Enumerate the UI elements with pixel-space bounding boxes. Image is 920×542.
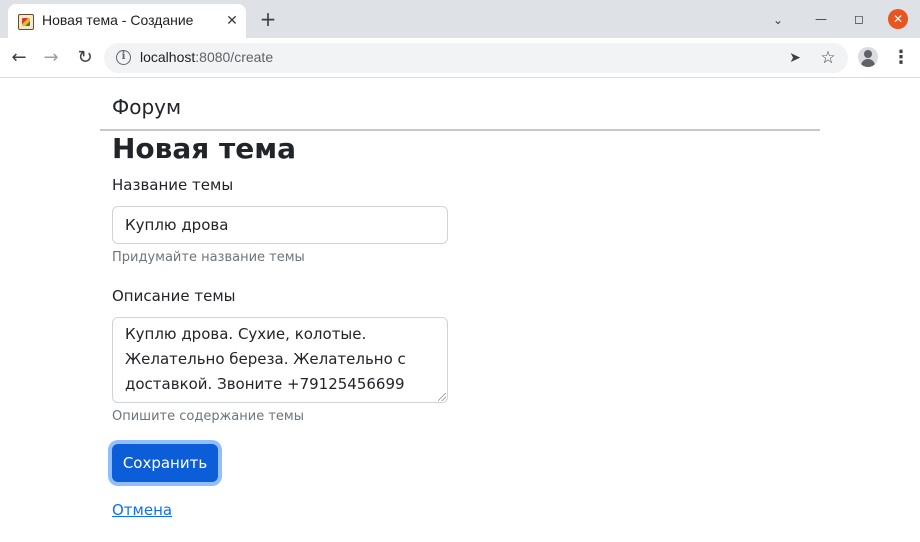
- url-host: localhost: [140, 49, 196, 65]
- description-field-label: Описание темы: [112, 287, 236, 305]
- browser-tab-strip: Новая тема - Создание ✕ + ⌄ — ◻ ✕: [0, 0, 920, 38]
- minimize-icon[interactable]: —: [812, 10, 830, 28]
- url-path: :8080/create: [195, 49, 274, 65]
- save-button[interactable]: Сохранить: [112, 444, 218, 482]
- browser-menu-icon[interactable]: ⋮: [892, 47, 910, 69]
- browser-toolbar: ← → ↻ i localhost:8080/create ➤ ☆ ⋮: [0, 38, 920, 78]
- tab-close-icon[interactable]: ✕: [224, 13, 240, 29]
- url-text[interactable]: localhost:8080/create: [140, 49, 273, 65]
- send-tab-icon[interactable]: ➤: [786, 49, 804, 67]
- bookmark-star-icon[interactable]: ☆: [818, 48, 838, 68]
- title-input[interactable]: [112, 206, 448, 244]
- back-arrow-icon[interactable]: ←: [8, 47, 30, 69]
- maximize-icon[interactable]: ◻: [850, 10, 868, 28]
- address-bar[interactable]: i localhost:8080/create ➤ ☆: [104, 43, 848, 73]
- page-title: Новая тема: [112, 132, 297, 165]
- textarea-resize-handle[interactable]: [438, 393, 446, 401]
- new-tab-button[interactable]: +: [258, 9, 278, 29]
- reload-icon[interactable]: ↻: [74, 47, 96, 69]
- browser-tab[interactable]: Новая тема - Создание ✕: [8, 4, 246, 38]
- title-field-label: Название темы: [112, 176, 234, 194]
- title-help-text: Придумайте название темы: [112, 250, 305, 265]
- profile-avatar-icon[interactable]: [858, 47, 878, 67]
- description-textarea[interactable]: Куплю дрова. Сухие, колотые. Желательно …: [112, 317, 448, 403]
- tab-title: Новая тема - Создание: [42, 12, 194, 28]
- cancel-link[interactable]: Отмена: [112, 501, 172, 519]
- window-close-icon[interactable]: ✕: [888, 9, 908, 29]
- favicon-icon: [18, 14, 34, 30]
- tab-search-chevron-icon[interactable]: ⌄: [770, 12, 786, 28]
- site-brand[interactable]: Форум: [112, 95, 181, 119]
- page-content: Форум Новая тема Название темы Придумайт…: [0, 79, 920, 542]
- header-divider: [100, 129, 820, 131]
- site-info-icon[interactable]: i: [116, 50, 131, 65]
- description-help-text: Опишите содержание темы: [112, 409, 304, 424]
- forward-arrow-icon[interactable]: →: [40, 47, 62, 69]
